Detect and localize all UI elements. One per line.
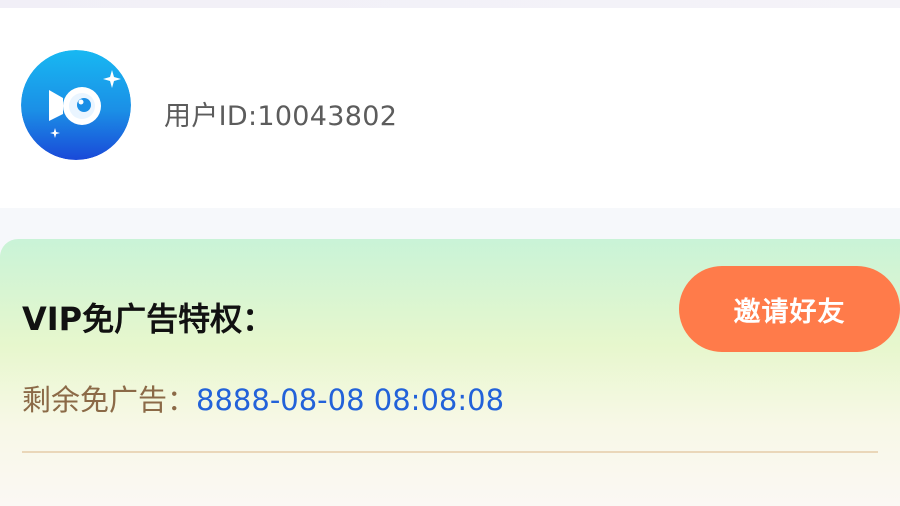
app-logo-icon[interactable] (21, 50, 131, 160)
vip-privilege-card: VIP免广告特权： 邀请好友 剩余免广告：8888-08-08 08:08:08 (0, 239, 900, 506)
app-screen: 用户ID:10043802 VIP免广告特权： 邀请好友 剩余免广告：8888-… (0, 0, 900, 506)
profile-card: 用户ID:10043802 (0, 8, 900, 208)
user-id-label: 用户ID:10043802 (164, 101, 398, 132)
top-strip (0, 0, 900, 8)
remaining-ad-free-row: 剩余免广告：8888-08-08 08:08:08 (22, 377, 504, 419)
vip-title: VIP免广告特权： (22, 300, 275, 338)
invite-friends-button[interactable]: 邀请好友 (679, 266, 900, 352)
divider (22, 451, 878, 453)
remaining-value: 8888-08-08 08:08:08 (196, 383, 505, 417)
remaining-label: 剩余免广告： (22, 383, 197, 417)
